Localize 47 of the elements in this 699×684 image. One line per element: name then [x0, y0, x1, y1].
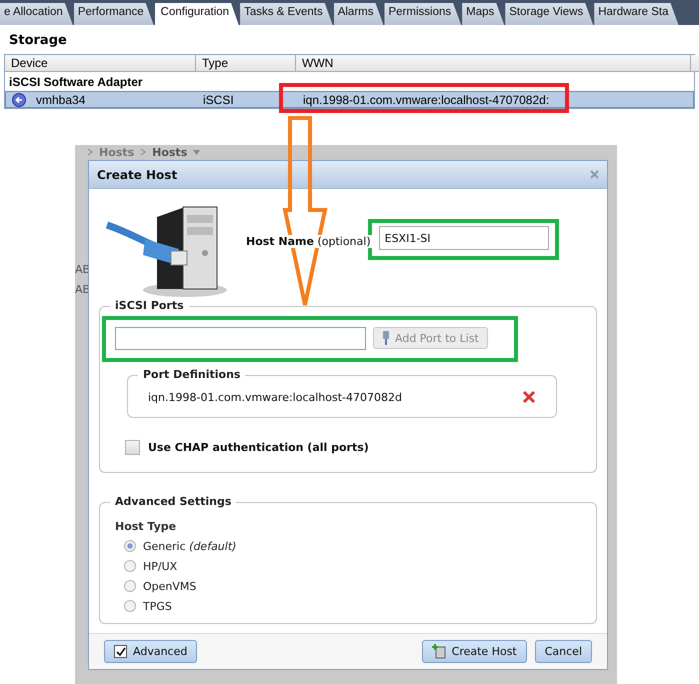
- tab[interactable]: Maps: [462, 3, 504, 25]
- tab[interactable]: Tasks & Events: [240, 3, 333, 25]
- port-input-field[interactable]: [115, 327, 366, 350]
- radio-label: TPGS: [143, 600, 172, 612]
- chevron-icon: [87, 148, 93, 156]
- radio-button[interactable]: [124, 600, 136, 612]
- tab[interactable]: Hardware Sta: [594, 3, 679, 25]
- dialog-title: Create Host: [97, 168, 178, 182]
- column-header[interactable]: Type: [196, 55, 296, 72]
- table-cell: iSCSI: [203, 92, 234, 106]
- table-cell: vmhba34: [36, 92, 86, 106]
- advanced-toggle[interactable]: Advanced: [104, 640, 198, 663]
- plug-icon: [382, 331, 390, 345]
- table-row[interactable]: vmhba34 iSCSI iqn.1998-01.com.vmware:localhost-4707082d:: [5, 91, 694, 108]
- column-header[interactable]: Device: [5, 55, 196, 72]
- add-server-icon: [432, 644, 446, 659]
- chevron-icon: [140, 148, 146, 156]
- field-label: Host Type: [114, 519, 178, 535]
- delete-icon[interactable]: [522, 390, 536, 404]
- caret-icon: [193, 150, 200, 154]
- tab[interactable]: Storage Views: [505, 3, 594, 25]
- group-title: Advanced Settings: [110, 495, 236, 509]
- cancel-button[interactable]: Cancel: [534, 640, 592, 663]
- create-host-button[interactable]: Create Host: [422, 640, 527, 663]
- checkbox[interactable]: [125, 440, 140, 455]
- radio-button[interactable]: [124, 560, 136, 572]
- tab[interactable]: Performance: [74, 3, 154, 25]
- checkbox-label: Use CHAP authentication (all ports): [148, 441, 369, 454]
- tab[interactable]: Configuration: [154, 3, 240, 25]
- radio-label: OpenVMS: [143, 580, 196, 592]
- group-heading: iSCSI Software Adapter: [8, 74, 144, 91]
- column-header[interactable]: WWN: [296, 55, 691, 72]
- close-icon[interactable]: [590, 170, 599, 179]
- tab[interactable]: Alarms: [334, 3, 384, 25]
- tab[interactable]: Permissions: [384, 3, 462, 25]
- radio-button[interactable]: [124, 540, 136, 552]
- port-entry: iqn.1998-01.com.vmware:localhost-4707082d: [148, 390, 402, 404]
- radio-label: Generic (default): [143, 540, 236, 552]
- host-name-field[interactable]: ESXI1-SI: [378, 226, 549, 250]
- radio-button[interactable]: [124, 580, 136, 592]
- tab[interactable]: e Allocation: [0, 3, 73, 25]
- table-cell: iqn.1998-01.com.vmware:localhost-4707082d:: [303, 92, 550, 106]
- adapter-icon: [12, 92, 26, 106]
- section-title: Storage: [8, 33, 68, 48]
- field-label: Host Name (optional): [244, 235, 373, 248]
- radio-label: HP/UX: [143, 560, 178, 572]
- breadcrumb-item[interactable]: Hosts: [152, 146, 188, 158]
